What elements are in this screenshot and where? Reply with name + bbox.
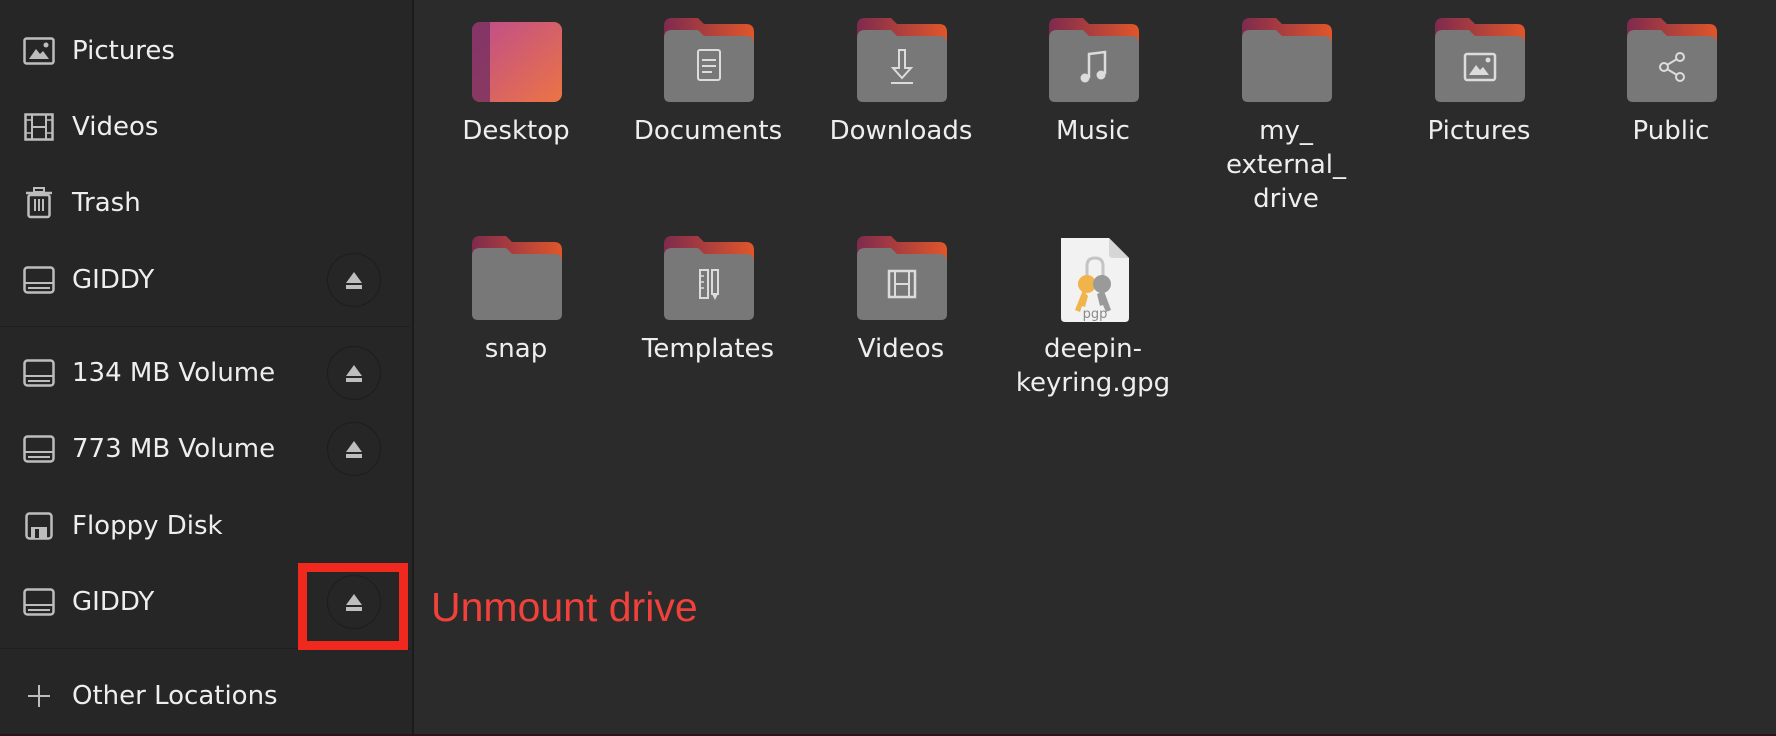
sidebar-item-label: Trash: [72, 188, 141, 218]
eject-button[interactable]: [327, 422, 381, 476]
eject-button[interactable]: [327, 253, 381, 307]
file-label: Documents: [633, 116, 783, 146]
folder-icon: [470, 234, 562, 326]
file-item-my-external-drive[interactable]: my_ external_ drive: [1196, 16, 1376, 216]
file-item-snap[interactable]: snap: [426, 234, 606, 366]
file-item-desktop[interactable]: Desktop: [426, 16, 606, 148]
file-item-pictures[interactable]: Pictures: [1389, 16, 1569, 148]
file-label: Videos: [857, 334, 945, 364]
sidebar-item-label: GIDDY: [72, 265, 155, 295]
drive-icon: [22, 585, 56, 619]
file-label: Downloads: [829, 116, 973, 146]
sidebar-item-label: GIDDY: [72, 587, 155, 617]
file-item-public[interactable]: Public: [1581, 16, 1761, 148]
sidebar-item-label: 773 MB Volume: [72, 434, 276, 464]
pgp-file-icon: pgp: [1047, 234, 1139, 326]
file-label: snap: [484, 334, 548, 364]
file-item-music[interactable]: Music: [1003, 16, 1183, 148]
folder-templates-icon: [662, 234, 754, 326]
drive-icon: [22, 263, 56, 297]
annotation-label: Unmount drive: [431, 584, 698, 630]
eject-icon: [346, 271, 362, 289]
file-label: my_ external_ drive: [1226, 116, 1346, 214]
folder-downloads-icon: [855, 16, 947, 108]
sidebar-item-videos[interactable]: Videos: [0, 89, 412, 165]
sidebar-item-label: Other Locations: [72, 681, 278, 711]
file-item-templates[interactable]: Templates: [618, 234, 798, 366]
file-label: Templates: [641, 334, 775, 364]
file-label: Public: [1632, 116, 1710, 146]
folder-videos-icon: [855, 234, 947, 326]
sidebar-item-label: Videos: [72, 112, 159, 142]
file-item-videos[interactable]: Videos: [811, 234, 991, 366]
sidebar-item-134mb-volume[interactable]: 134 MB Volume: [0, 335, 412, 411]
sidebar-item-label: Pictures: [72, 36, 175, 66]
folder-pictures-icon: [1433, 16, 1525, 108]
eject-icon: [346, 440, 362, 458]
annotation-highlight-box: [298, 563, 408, 650]
file-label: deepin- keyring.gpg: [1015, 334, 1171, 398]
file-label: Pictures: [1427, 116, 1531, 146]
eject-button[interactable]: [327, 346, 381, 400]
folder-documents-icon: [662, 16, 754, 108]
sidebar-item-floppy-disk[interactable]: Floppy Disk: [0, 488, 412, 564]
sidebar-item-giddy[interactable]: GIDDY: [0, 242, 412, 318]
floppy-icon: [22, 509, 56, 543]
desktop-folder-icon: [470, 16, 562, 108]
pgp-badge: pgp: [1083, 307, 1108, 322]
trash-icon: [22, 186, 56, 220]
sidebar-item-other-locations[interactable]: Other Locations: [0, 658, 412, 734]
drive-icon: [22, 432, 56, 466]
pictures-icon: [22, 34, 56, 68]
videos-icon: [22, 110, 56, 144]
sidebar-item-label: 134 MB Volume: [72, 358, 276, 388]
sidebar-item-label: Floppy Disk: [72, 511, 223, 541]
plus-icon: [22, 679, 56, 713]
folder-icon: [1240, 16, 1332, 108]
folder-public-icon: [1625, 16, 1717, 108]
folder-music-icon: [1047, 16, 1139, 108]
drive-icon: [22, 356, 56, 390]
eject-icon: [346, 364, 362, 382]
file-item-downloads[interactable]: Downloads: [811, 16, 991, 148]
file-label: Desktop: [462, 116, 570, 146]
file-item-deepin-keyring-gpg[interactable]: pgp deepin- keyring.gpg: [1003, 234, 1183, 400]
sidebar-item-trash[interactable]: Trash: [0, 165, 412, 241]
sidebar-item-pictures[interactable]: Pictures: [0, 13, 412, 89]
sidebar-item-773mb-volume[interactable]: 773 MB Volume: [0, 411, 412, 487]
file-label: Music: [1056, 116, 1130, 146]
sidebar-separator: [0, 326, 410, 327]
file-item-documents[interactable]: Documents: [618, 16, 798, 148]
